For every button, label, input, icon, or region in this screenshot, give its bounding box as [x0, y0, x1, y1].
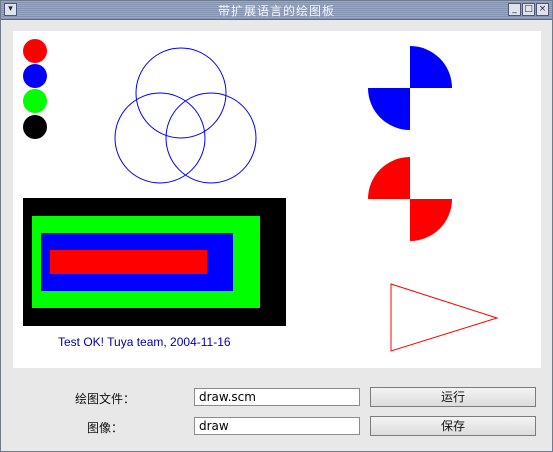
- left-circle: [114, 92, 206, 184]
- red-quadrants: [368, 157, 452, 241]
- close-button[interactable]: ×: [536, 3, 549, 16]
- maximize-button[interactable]: □: [522, 3, 535, 16]
- blue-dot: [23, 64, 47, 88]
- save-button[interactable]: 保存: [370, 416, 536, 436]
- red-dot: [23, 39, 47, 63]
- red-rect: [50, 250, 207, 274]
- minimize-button[interactable]: _: [508, 3, 521, 16]
- black-dot: [23, 115, 47, 139]
- run-button[interactable]: 运行: [370, 387, 536, 407]
- window-title: 带扩展语言的绘图板: [217, 4, 335, 18]
- drawing-svg: Test OK! Tuya team, 2004-11-16: [23, 39, 499, 352]
- draw-file-label: 绘图文件：: [75, 392, 136, 406]
- triangle: [390, 283, 499, 352]
- drawing-canvas[interactable]: Test OK! Tuya team, 2004-11-16: [13, 31, 541, 368]
- app-window: ▾ 带扩展语言的绘图板 _ □ × Test OK! Tuya team, 20…: [0, 0, 553, 452]
- green-dot: [23, 89, 47, 113]
- image-label: 图像：: [87, 421, 124, 435]
- title-bar[interactable]: ▾ 带扩展语言的绘图板 _ □ ×: [1, 1, 552, 20]
- image-input[interactable]: [194, 417, 360, 435]
- draw-file-input[interactable]: [194, 388, 360, 406]
- blue-quadrants: [368, 46, 452, 130]
- canvas-caption: Test OK! Tuya team, 2004-11-16: [58, 335, 231, 349]
